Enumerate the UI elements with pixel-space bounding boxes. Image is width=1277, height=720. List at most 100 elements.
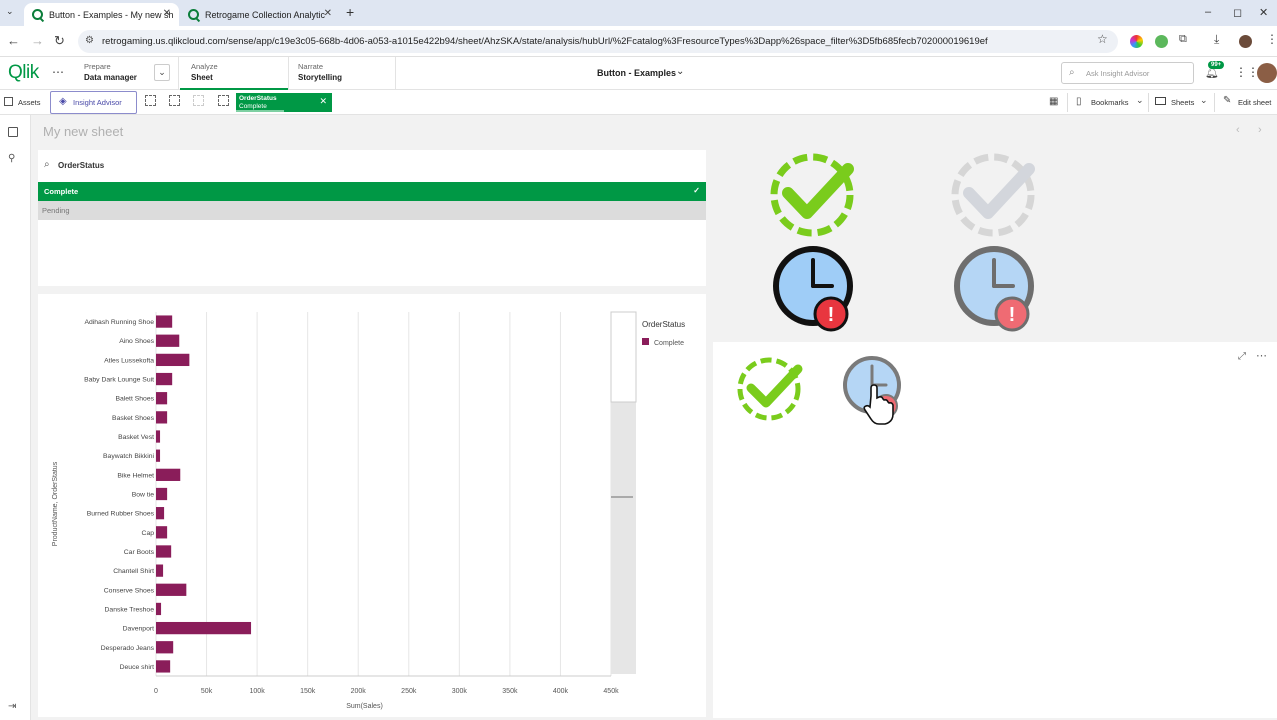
x-tick-label: 0 [154,688,158,695]
more-menu-icon[interactable]: ⋯ [52,65,64,79]
filter-pane[interactable]: ⌕ OrderStatus Complete ✓ Pending [38,150,706,286]
app-title-chevron-icon[interactable]: ⌄ [676,66,684,77]
category-label: Atles Lussekofta [104,357,154,364]
sheets-button[interactable]: Sheets [1171,98,1194,107]
category-label: Bike Helmet [117,472,154,479]
expand-icon[interactable]: ⤢ [1238,351,1246,362]
maximize-button[interactable]: ◻ [1233,6,1242,19]
notes-icon[interactable] [8,127,18,137]
filter-title[interactable]: OrderStatus [58,161,104,170]
bookmark-star-icon[interactable]: ☆ [1097,32,1108,46]
tab-list-chevron-icon[interactable]: ⌄ [6,6,14,17]
assets-panel-icon[interactable] [4,97,13,106]
download-icon[interactable]: ⤓ [1214,32,1219,47]
bar [156,392,168,405]
category-label: Aino Shoes [119,338,154,345]
edit-pencil-icon[interactable]: ✎ [1223,95,1231,106]
forward-icon[interactable]: → [31,33,44,48]
category-label: Basket Vest [118,434,154,441]
tab-close-icon[interactable]: ✕ [163,8,171,19]
step-back-icon[interactable] [193,95,204,106]
bookmarks-chevron-icon[interactable]: ⌄ [1136,95,1144,106]
nav-prepare[interactable]: Prepare Data manager [84,61,137,83]
sheets-chevron-icon[interactable]: ⌄ [1200,95,1208,106]
selection-chip[interactable]: OrderStatus Complete ✕ [236,93,332,112]
bookmarks-button[interactable]: Bookmarks [1091,98,1129,107]
insights-bulb-icon[interactable]: ⚲ [8,153,15,164]
qlik-favicon-icon [32,9,43,20]
layout-icon[interactable]: ▦ [1049,96,1058,107]
bar [156,507,165,520]
x-tick-label: 200k [351,688,367,695]
complete-button-check-icon[interactable] [737,357,803,421]
clock-alert-icon-dark[interactable]: ! [773,246,853,332]
color-extension-icon[interactable] [1130,35,1143,48]
browser-menu-icon[interactable]: ⋮ [1266,32,1277,46]
bar [156,334,180,347]
bookmark-icon[interactable]: ▯ [1076,96,1082,107]
url-field[interactable]: ⚙ retrogaming.us.qlikcloud.com/sense/app… [78,30,1118,53]
nav-analyze-label: Sheet [191,73,213,82]
apps-grid-icon[interactable]: ⋮⋮ [1235,65,1259,79]
assets-button[interactable]: Assets [18,98,41,107]
category-label: Conserve Shoes [104,587,155,594]
toolbar-separator [1148,93,1149,112]
category-label: Bow tie [132,492,155,499]
back-icon[interactable]: ← [7,33,20,48]
filter-search-icon[interactable]: ⌕ [44,159,50,170]
selection-chip-close-icon[interactable]: ✕ [319,97,327,106]
filter-value-selected[interactable]: Complete ✓ [38,182,706,201]
legend-title: OrderStatus [642,320,685,329]
category-label: Car Boots [124,549,155,556]
nav-analyze[interactable]: Analyze Sheet [191,61,218,83]
clock-alert-icon-gray[interactable]: ! [954,246,1034,332]
sheets-icon[interactable] [1155,97,1166,105]
insight-search-input[interactable]: ⌕ Ask Insight Advisor [1061,62,1194,84]
next-sheet-icon[interactable]: › [1258,124,1262,136]
toolbar-separator [1214,93,1215,112]
qlik-logo[interactable]: Qlik [8,62,39,84]
insight-advisor-icon: ◈ [59,96,67,107]
category-label: Balett Shoes [115,396,154,403]
new-tab-button[interactable]: + [346,4,354,20]
reload-icon[interactable]: ↻ [54,33,65,49]
close-window-button[interactable]: ✕ [1259,6,1268,19]
x-tick-label: 250k [401,688,417,695]
checkmark-dashed-icon-green[interactable] [770,153,854,237]
bar [156,430,161,443]
category-label: Baby Dark Lounge Suit [84,377,154,384]
smart-search-icon[interactable] [145,95,156,106]
svg-text:!: ! [828,304,835,326]
status-icon-panel: ! ! [770,153,1035,332]
minimize-button[interactable]: – [1205,6,1211,18]
site-settings-icon[interactable]: ⚙ [85,35,94,46]
filter-value-excluded[interactable]: Pending [38,201,706,220]
profile-avatar-icon[interactable] [1239,35,1252,48]
lasso-select-icon[interactable] [169,95,180,106]
object-menu-icon[interactable]: ⋯ [1256,349,1267,362]
prev-sheet-icon[interactable]: ‹ [1236,124,1240,136]
nav-narrate[interactable]: Narrate Storytelling [298,61,342,83]
nav-separator [395,57,396,90]
x-tick-label: 350k [502,688,518,695]
extensions-puzzle-icon[interactable]: ⧉ [1179,33,1187,46]
expand-rail-icon[interactable]: ⇥ [8,701,16,712]
app-title[interactable]: Button - Examples [597,68,676,78]
tab-close-icon[interactable]: ✕ [324,8,332,19]
bar-chart[interactable]: 0 50k 100k 150k 200k 250k 300k 350k 400k 450k Adih… [38,294,706,717]
edit-sheet-button[interactable]: Edit sheet [1238,98,1271,107]
search-icon: ⌕ [1069,67,1075,78]
prepare-dropdown-icon[interactable]: ⌄ [154,64,170,81]
sheet-toolbar: Assets ◈ Insight Advisor OrderStatus Com… [0,90,1277,115]
insight-advisor-button[interactable]: ◈ Insight Advisor [50,91,137,114]
browser-tab-active[interactable]: Button - Examples - My new sh ✕ [24,3,179,26]
category-label: Desperado Jeans [101,645,155,652]
bar [156,449,161,462]
bar [156,468,181,481]
user-avatar[interactable] [1257,63,1277,83]
checkmark-dashed-icon-gray[interactable] [951,153,1035,237]
clear-selections-icon[interactable] [218,95,229,106]
bar [156,526,168,539]
green-extension-icon[interactable] [1155,35,1168,48]
browser-tab-inactive[interactable]: Retrogame Collection Analytic ✕ [180,3,340,26]
